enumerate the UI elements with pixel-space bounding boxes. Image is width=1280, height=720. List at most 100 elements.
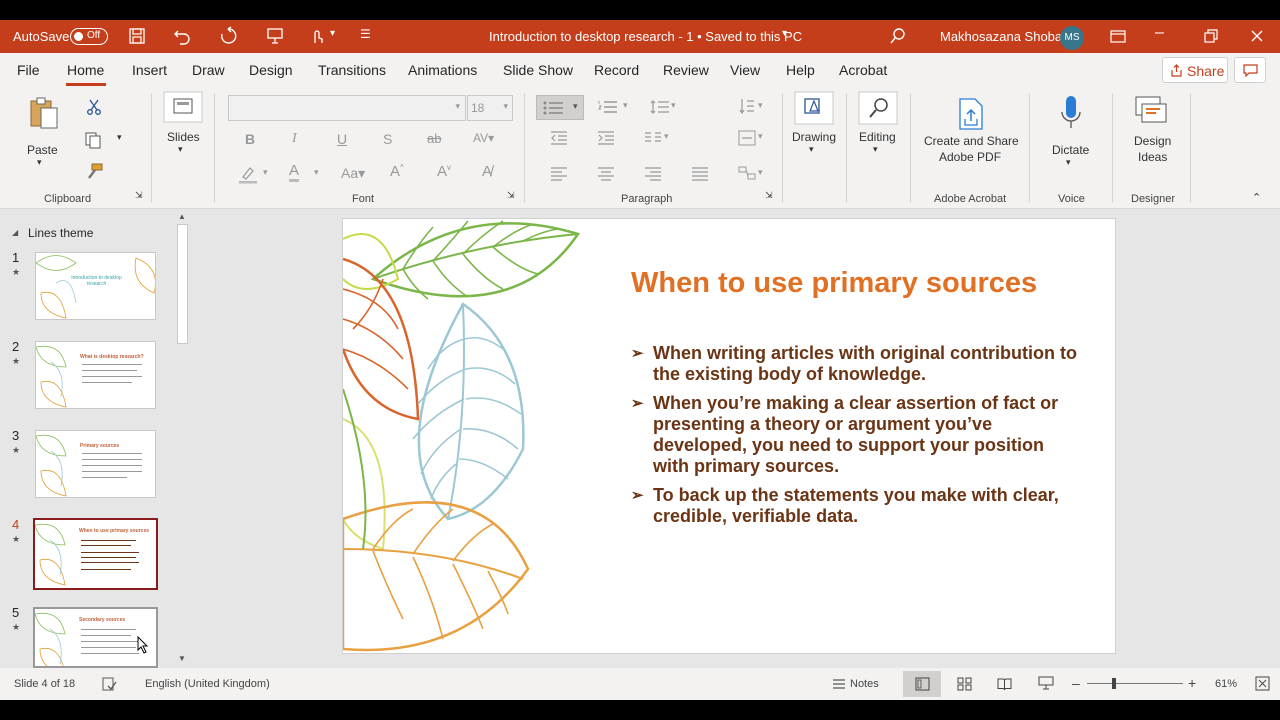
new-slide-label[interactable]: Slides — [167, 130, 200, 144]
drawing-icon[interactable] — [794, 91, 834, 125]
drawing-dropdown-icon[interactable]: ▾ — [809, 144, 814, 155]
design-ideas-label-1[interactable]: Design — [1134, 134, 1171, 148]
numbering-icon[interactable] — [598, 100, 618, 114]
create-share-pdf-label-1[interactable]: Create and Share — [924, 134, 1019, 148]
tab-draw[interactable]: Draw — [192, 62, 225, 78]
editing-label[interactable]: Editing — [859, 130, 896, 144]
user-name[interactable]: Makhosazana Shoba — [940, 29, 1062, 44]
close-icon[interactable] — [1247, 26, 1267, 46]
shadow-icon[interactable]: S — [383, 131, 392, 147]
copy-dropdown-icon[interactable]: ▾ — [117, 132, 122, 143]
paragraph-launcher-icon[interactable]: ⇲ — [765, 190, 773, 201]
undo-icon[interactable] — [172, 26, 192, 46]
font-color-dropdown-icon[interactable]: ▾ — [314, 167, 319, 178]
new-slide-icon[interactable] — [163, 91, 203, 123]
clipboard-launcher-icon[interactable]: ⇲ — [135, 190, 143, 201]
fit-slide-icon[interactable] — [1255, 676, 1270, 691]
numbering-dropdown-icon[interactable]: ▾ — [623, 100, 628, 111]
text-direction-icon[interactable] — [738, 97, 756, 115]
language-indicator[interactable]: English (United Kingdom) — [145, 678, 270, 690]
font-launcher-icon[interactable]: ⇲ — [507, 190, 515, 201]
section-label[interactable]: Lines theme — [28, 226, 93, 240]
slide-counter[interactable]: Slide 4 of 18 — [14, 678, 75, 690]
align-left-icon[interactable] — [550, 167, 568, 181]
document-title[interactable]: Introduction to desktop research - 1 • S… — [489, 29, 802, 44]
zoom-out-icon[interactable]: – — [1072, 675, 1080, 691]
slide-canvas[interactable]: When to use primary sources ➢ When writin… — [342, 218, 1116, 654]
tab-help[interactable]: Help — [786, 62, 815, 78]
underline-icon[interactable]: U — [337, 131, 347, 147]
title-dropdown-icon[interactable]: ▾ — [782, 28, 787, 39]
tab-design[interactable]: Design — [249, 62, 293, 78]
bold-icon[interactable]: B — [245, 131, 255, 147]
slide-thumbnail-1[interactable]: Introduction to desktop research — [35, 252, 156, 320]
create-share-pdf-icon[interactable] — [956, 97, 986, 131]
paste-label[interactable]: Paste — [27, 143, 58, 157]
tab-acrobat[interactable]: Acrobat — [839, 62, 887, 78]
slide-thumbnail-2[interactable]: What is desktop research? — [35, 341, 156, 409]
minimize-icon[interactable]: – — [1155, 24, 1164, 42]
cut-icon[interactable] — [86, 99, 102, 115]
zoom-in-icon[interactable]: + — [1188, 675, 1196, 691]
tab-slide-show[interactable]: Slide Show — [503, 62, 573, 78]
align-text-dropdown-icon[interactable]: ▾ — [758, 131, 763, 142]
bullets-button[interactable]: ▾ — [536, 95, 584, 120]
italic-icon[interactable]: I — [292, 131, 297, 147]
collapse-ribbon-icon[interactable]: ⌃ — [1252, 191, 1261, 204]
search-icon[interactable] — [888, 26, 908, 46]
slide-show-icon[interactable] — [1038, 676, 1054, 691]
format-painter-icon[interactable] — [86, 163, 104, 181]
tab-review[interactable]: Review — [663, 62, 709, 78]
design-ideas-label-2[interactable]: Ideas — [1138, 150, 1167, 164]
line-spacing-dropdown-icon[interactable]: ▾ — [671, 100, 676, 111]
dictate-dropdown-icon[interactable]: ▾ — [1066, 157, 1071, 168]
smartart-dropdown-icon[interactable]: ▾ — [758, 167, 763, 178]
increase-indent-icon[interactable] — [597, 131, 615, 145]
align-text-icon[interactable] — [738, 130, 756, 146]
paste-dropdown-icon[interactable]: ▾ — [37, 157, 42, 168]
touch-dropdown-icon[interactable]: ▾ — [330, 28, 335, 39]
avatar[interactable]: MS — [1060, 26, 1084, 50]
slide-body[interactable]: ➢ When writing articles with original con… — [631, 343, 1081, 535]
editing-dropdown-icon[interactable]: ▾ — [873, 144, 878, 155]
scroll-down-icon[interactable]: ▼ — [178, 654, 186, 663]
accessibility-check-icon[interactable] — [101, 676, 117, 692]
decrease-indent-icon[interactable] — [550, 131, 568, 145]
drawing-label[interactable]: Drawing — [792, 130, 836, 144]
align-right-icon[interactable] — [644, 167, 662, 181]
columns-icon[interactable] — [644, 131, 662, 145]
font-size-field[interactable]: 18 ▾ — [467, 95, 513, 121]
columns-dropdown-icon[interactable]: ▾ — [664, 131, 669, 142]
slide-sorter-icon[interactable] — [957, 677, 972, 691]
collapse-section-icon[interactable]: ◢ — [12, 228, 18, 237]
dictate-label[interactable]: Dictate — [1052, 143, 1089, 157]
comments-button[interactable] — [1234, 57, 1266, 83]
slide-thumbnail-5[interactable]: Secondary sources — [33, 607, 158, 668]
normal-view-button[interactable] — [903, 671, 941, 697]
justify-icon[interactable] — [691, 167, 709, 181]
increase-font-icon[interactable]: A^ — [390, 163, 404, 180]
font-name-field[interactable]: ▾ — [228, 95, 466, 121]
tab-record[interactable]: Record — [594, 62, 639, 78]
slide-title[interactable]: When to use primary sources — [631, 267, 1037, 300]
scroll-thumb[interactable] — [177, 224, 188, 344]
tab-home[interactable]: Home — [67, 62, 104, 78]
redo-icon[interactable] — [218, 26, 238, 46]
design-ideas-icon[interactable] — [1134, 95, 1168, 125]
slide-thumbnail-3[interactable]: Primary sources — [35, 430, 156, 498]
tab-insert[interactable]: Insert — [132, 62, 167, 78]
touch-mode-icon[interactable] — [307, 26, 327, 46]
slide-thumbnail-4[interactable]: When to use primary sources — [33, 518, 158, 590]
editing-icon[interactable] — [858, 91, 898, 125]
notes-button[interactable]: Notes — [850, 678, 879, 690]
tab-animations[interactable]: Animations — [408, 62, 477, 78]
notes-icon[interactable] — [832, 677, 846, 691]
tab-file[interactable]: File — [17, 62, 40, 78]
share-button[interactable]: Share — [1162, 57, 1228, 83]
autosave-toggle[interactable]: Off — [70, 28, 108, 45]
new-slide-dropdown-icon[interactable]: ▾ — [178, 144, 183, 155]
text-direction-dropdown-icon[interactable]: ▾ — [758, 100, 763, 111]
ribbon-display-options-icon[interactable] — [1108, 26, 1128, 46]
scroll-up-icon[interactable]: ▲ — [178, 212, 186, 221]
present-from-start-icon[interactable] — [265, 26, 285, 46]
